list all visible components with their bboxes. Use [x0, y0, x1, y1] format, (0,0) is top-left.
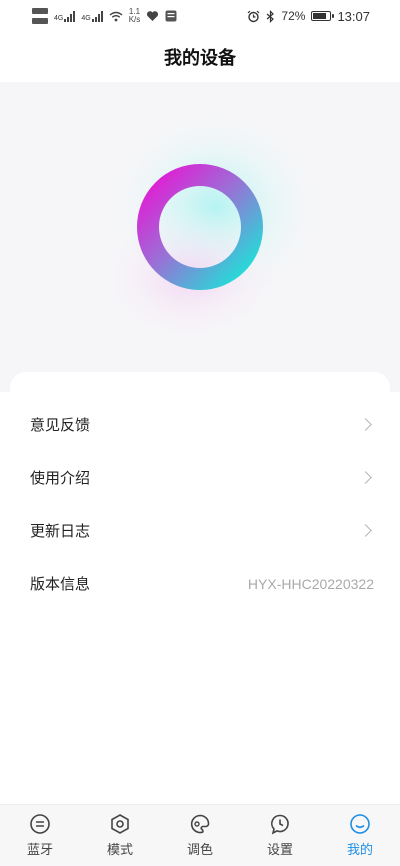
device-ring-illustration — [95, 107, 325, 347]
device-hero — [0, 82, 400, 392]
tab-settings[interactable]: 设置 — [250, 813, 310, 858]
network-speed-unit: K/s — [128, 15, 141, 24]
signal-group-1: 4G — [54, 10, 76, 22]
settings-card: 意见反馈 使用介绍 更新日志 版本信息 HYX-HHC20220322 — [10, 372, 390, 804]
version-value: HYX-HHC20220322 — [247, 575, 374, 592]
message-app-icon — [165, 10, 177, 22]
menu-item-changelog[interactable]: 更新日志 — [30, 504, 374, 557]
bluetooth-icon — [30, 814, 50, 834]
menu-item-label: 使用介绍 — [30, 469, 91, 487]
network-speed: 1.1 K/s — [129, 8, 141, 24]
battery-percent: 72% — [281, 9, 306, 23]
tab-profile[interactable]: 我的 — [330, 813, 390, 858]
signal-strength-icon — [91, 10, 103, 22]
signal-2-label: 4G — [81, 15, 91, 22]
title-bar: 我的设备 — [0, 32, 400, 82]
palette-icon — [190, 814, 210, 834]
bluetooth-status-icon — [267, 9, 275, 23]
sim-card-icon — [32, 8, 48, 24]
signal-strength-icon — [64, 10, 76, 22]
status-right: 72% 13:07 — [247, 9, 370, 24]
wifi-icon — [109, 11, 123, 21]
menu-item-label: 更新日志 — [30, 522, 91, 540]
menu-item-version: 版本信息 HYX-HHC20220322 — [30, 557, 374, 610]
tab-bluetooth[interactable]: 蓝牙 — [10, 813, 70, 858]
menu-item-feedback[interactable]: 意见反馈 — [30, 398, 374, 451]
chevron-right-icon — [359, 471, 372, 484]
tab-palette[interactable]: 调色 — [170, 813, 230, 858]
chevron-right-icon — [359, 418, 372, 431]
mode-hexagon-icon — [111, 814, 129, 834]
tab-label: 设置 — [266, 843, 293, 858]
settings-icon — [271, 814, 289, 835]
health-heart-icon — [147, 11, 159, 21]
profile-icon — [350, 814, 370, 834]
tab-label: 我的 — [346, 843, 373, 858]
status-bar: 4G 4G 1.1 K/s 72% 13:07 — [0, 0, 400, 32]
bottom-tab-bar: 蓝牙 模式 调色 设置 我的 — [0, 804, 400, 866]
battery-icon — [311, 11, 335, 21]
tab-label: 调色 — [186, 843, 213, 858]
signal-1-label: 4G — [54, 15, 64, 22]
menu-item-label: 版本信息 — [30, 575, 91, 593]
status-left: 4G 4G 1.1 K/s — [32, 8, 177, 24]
tab-label: 蓝牙 — [26, 843, 53, 858]
tab-mode[interactable]: 模式 — [90, 813, 150, 858]
chevron-right-icon — [359, 524, 372, 537]
tab-label: 模式 — [106, 843, 133, 858]
menu-item-introduction[interactable]: 使用介绍 — [30, 451, 374, 504]
clock: 13:07 — [337, 8, 370, 24]
signal-group-2: 4G — [81, 10, 103, 22]
menu-item-label: 意见反馈 — [30, 416, 91, 434]
alarm-icon — [247, 10, 260, 22]
page-title: 我的设备 — [164, 48, 236, 69]
